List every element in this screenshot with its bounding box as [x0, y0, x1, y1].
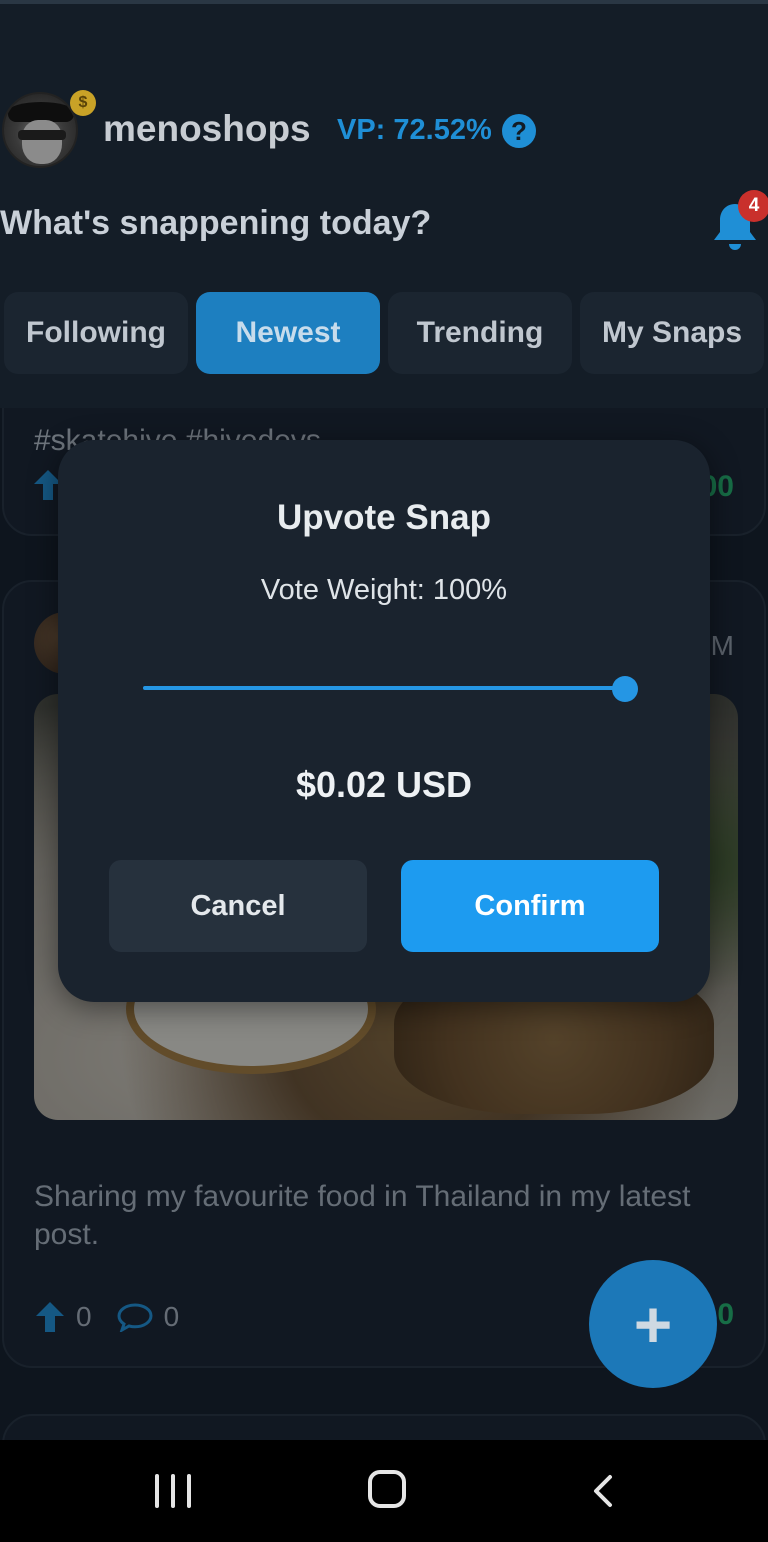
avatar-hat — [8, 102, 74, 122]
cancel-button[interactable]: Cancel — [109, 860, 367, 952]
notification-count-badge: 4 — [738, 190, 768, 222]
tab-newest[interactable]: Newest — [196, 292, 380, 374]
confirm-button[interactable]: Confirm — [401, 860, 659, 952]
slider-thumb[interactable] — [612, 676, 638, 702]
vote-weight-slider[interactable] — [143, 686, 625, 690]
avatar-face — [22, 120, 62, 164]
tab-my-snaps[interactable]: My Snaps — [580, 292, 764, 374]
vote-weight-label: Vote Weight: 100% — [260, 574, 508, 606]
recents-icon[interactable] — [155, 1474, 191, 1508]
avatar[interactable] — [2, 92, 78, 168]
back-icon[interactable] — [590, 1474, 616, 1508]
vote-value-usd: $0.02 USD — [295, 764, 473, 805]
upvote-modal: Upvote Snap Vote Weight: 100% $0.02 USD … — [58, 440, 710, 1002]
tab-following[interactable]: Following — [4, 292, 188, 374]
compose-prompt[interactable]: What's snappening today? — [0, 204, 431, 243]
home-icon[interactable] — [368, 1470, 406, 1508]
android-nav-bar — [0, 1440, 768, 1542]
plus-icon[interactable]: + — [589, 1260, 717, 1388]
feed-tabs: Following Newest Trending My Snaps — [4, 292, 766, 374]
modal-title: Upvote Snap — [277, 498, 491, 537]
tab-trending[interactable]: Trending — [388, 292, 572, 374]
coin-badge-icon: $ — [70, 90, 96, 116]
avatar-glasses — [18, 130, 66, 140]
header: $ menoshops VP: 72.52% ? What's snappeni… — [0, 4, 768, 408]
username[interactable]: menoshops — [103, 108, 311, 150]
voting-power: VP: 72.52% — [337, 114, 492, 146]
question-circle-icon[interactable]: ? — [502, 114, 536, 148]
